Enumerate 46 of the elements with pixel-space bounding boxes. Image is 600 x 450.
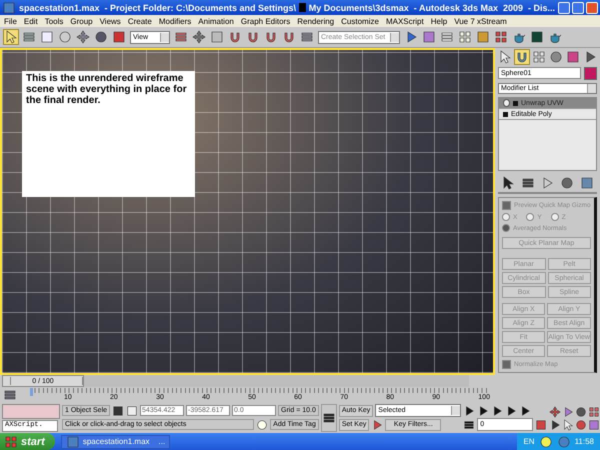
window-title: spacestation1.max - Project Folder: C:\Documents and Settings\ xyxy=(19,2,296,12)
rectangle-selection-icon[interactable] xyxy=(40,30,54,44)
modify-icon[interactable] xyxy=(515,50,529,64)
menu-item[interactable]: Animation xyxy=(198,16,234,26)
percent-snap-icon[interactable] xyxy=(264,30,278,44)
radio-button[interactable] xyxy=(526,213,534,221)
object-color-swatch[interactable] xyxy=(584,67,597,80)
radio-button[interactable] xyxy=(502,224,510,232)
minimize-button[interactable] xyxy=(558,2,570,14)
manipulate-icon[interactable] xyxy=(192,30,206,44)
app-icon xyxy=(2,0,16,14)
lightbulb-icon[interactable] xyxy=(503,99,510,108)
menu-item[interactable]: Tools xyxy=(44,16,64,26)
menu-item[interactable]: Views xyxy=(100,16,121,26)
menu-item[interactable]: Group xyxy=(70,16,93,26)
menu-item[interactable]: Customize xyxy=(341,16,379,26)
checkbox[interactable] xyxy=(502,201,511,210)
annotation-text: This is the unrendered wireframe scene with everything in place for the final render. xyxy=(22,71,195,197)
clock: 11:58 xyxy=(574,437,594,446)
redaction-block xyxy=(299,3,306,12)
taskbar-item[interactable]: spacestation1.max ... xyxy=(60,434,170,448)
radio-button[interactable] xyxy=(502,213,510,221)
windows-flag-icon[interactable] xyxy=(4,434,18,448)
menu-item[interactable]: File xyxy=(4,16,17,26)
radio-button[interactable] xyxy=(550,213,559,221)
menu-item[interactable]: Modifiers xyxy=(158,16,192,26)
menu-item[interactable]: Graph Editors xyxy=(240,16,290,26)
maximize-button[interactable] xyxy=(572,2,584,14)
menu-item[interactable]: Rendering xyxy=(297,16,334,26)
spinner-snap-icon[interactable] xyxy=(282,30,296,44)
start-button[interactable]: start xyxy=(0,433,55,450)
checkbox[interactable] xyxy=(502,360,511,369)
angle-snap-icon[interactable] xyxy=(246,30,260,44)
select-arrow-icon[interactable] xyxy=(4,30,18,44)
close-button[interactable] xyxy=(586,2,598,14)
time-marker[interactable] xyxy=(30,388,33,396)
menu-item[interactable]: Edit xyxy=(24,16,38,26)
window-title: My Documents\3dsmax - Autodesk 3ds Max 2009 - Dis... xyxy=(308,2,555,12)
menu-item[interactable]: Create xyxy=(128,16,152,26)
move-icon[interactable] xyxy=(76,30,90,44)
menu-item[interactable]: Help xyxy=(430,16,448,26)
menu-item[interactable]: Vue 7 xStream xyxy=(454,16,507,26)
menu-item[interactable]: MAXScript xyxy=(386,16,424,26)
maxscript-listener-field[interactable] xyxy=(2,404,60,419)
layers-icon[interactable] xyxy=(440,30,454,44)
snap-icon[interactable] xyxy=(228,30,242,44)
